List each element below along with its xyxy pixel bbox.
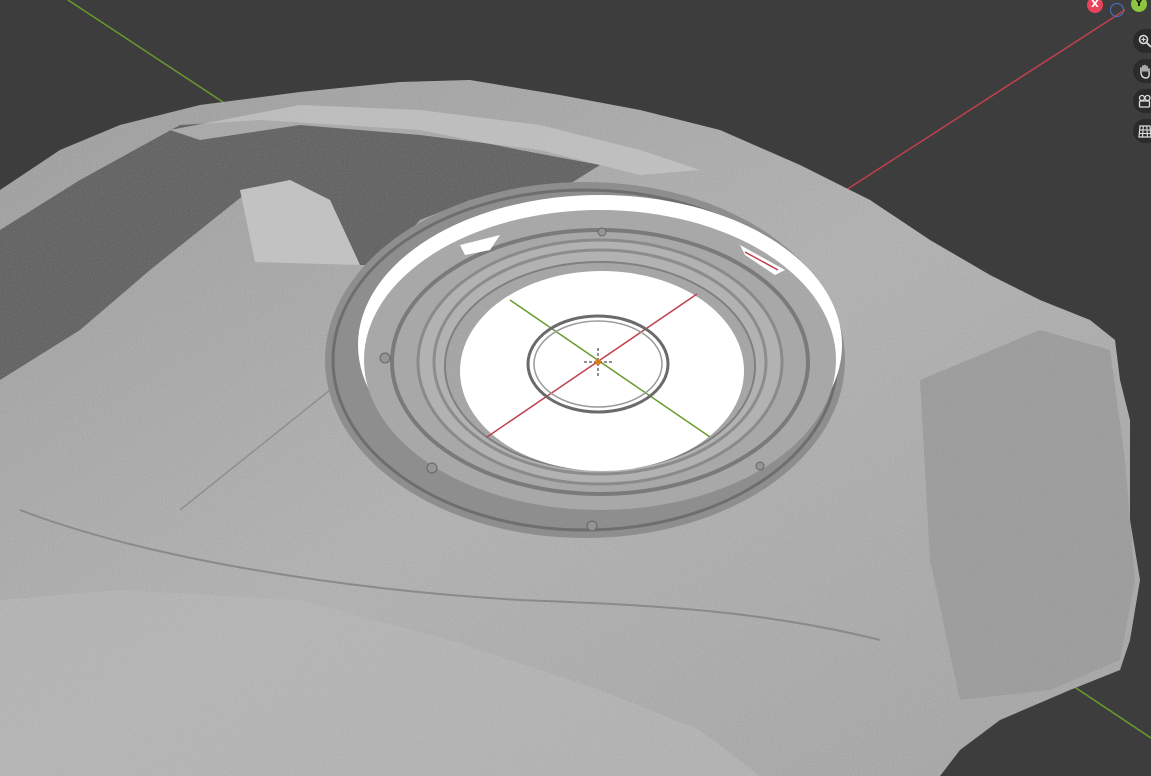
bolt bbox=[379, 352, 391, 364]
camera-button[interactable] bbox=[1133, 89, 1151, 113]
red-axis-line bbox=[814, 9, 1126, 211]
zoom-icon bbox=[1138, 34, 1151, 48]
bolt bbox=[755, 461, 765, 471]
inner-hole bbox=[460, 271, 744, 471]
green-axis-line bbox=[67, 0, 233, 109]
bolt bbox=[586, 520, 598, 532]
pan-button[interactable] bbox=[1133, 59, 1151, 83]
gizmo-z-axis[interactable] bbox=[1110, 3, 1124, 17]
grid-icon bbox=[1138, 125, 1151, 138]
zoom-button[interactable] bbox=[1133, 29, 1151, 53]
grid-button[interactable] bbox=[1133, 119, 1151, 143]
hand-pan-icon bbox=[1140, 64, 1150, 79]
green-axis-line-lower bbox=[1069, 683, 1151, 739]
camera-icon bbox=[1138, 94, 1151, 108]
bolt bbox=[426, 462, 438, 474]
bolt bbox=[597, 227, 607, 237]
3d-viewport[interactable]: X Y bbox=[0, 0, 1151, 776]
scene bbox=[0, 0, 1151, 776]
